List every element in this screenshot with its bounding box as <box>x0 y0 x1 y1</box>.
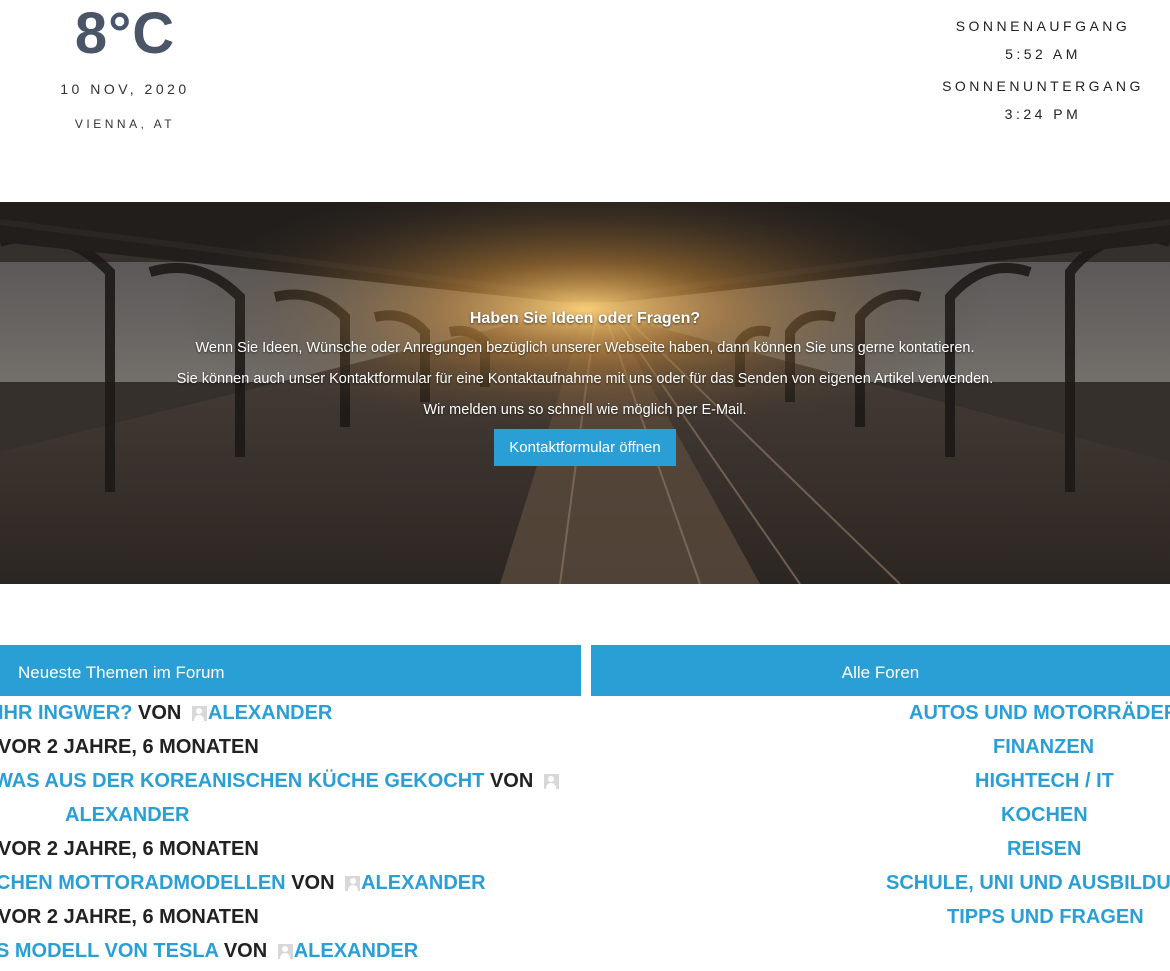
forum-link-kochen[interactable]: Kochen <box>1001 801 1170 835</box>
topic-item: s Modell von Tesla von Alexander <box>0 937 578 971</box>
author-link[interactable]: Alexander <box>65 804 189 826</box>
weather-widget: 8°C 10 NOV, 2020 VIENNA, AT <box>40 0 210 132</box>
default-avatar-icon <box>277 944 293 959</box>
forum-link-label: Tipps und Fragen <box>947 906 1144 928</box>
all-forums-header-label: Alle Foren <box>841 663 920 682</box>
all-forums-header: Alle Foren <box>591 645 1170 696</box>
latest-topics-list: ihr Ingwer? von Alexander vor 2 Jahre, 6… <box>0 699 582 971</box>
forum-link-autos[interactable]: Autos und Motorräder <box>909 699 1170 733</box>
forum-link-label: Hightech / IT <box>975 770 1114 792</box>
forum-link-hightech[interactable]: Hightech / IT <box>975 767 1170 801</box>
contact-hero: Haben Sie Ideen oder Fragen? Wenn Sie Id… <box>0 202 1170 584</box>
weather-date: 10 NOV, 2020 <box>60 81 190 97</box>
sun-times: SONNENAUFGANG 5:52 AM SONNENUNTERGANG 3:… <box>920 0 1166 122</box>
sunset-label: SONNENUNTERGANG <box>942 78 1144 94</box>
temperature: 8°C <box>74 1 176 66</box>
sunset-time: 3:24 PM <box>1004 106 1082 122</box>
forum-link-label: Reisen <box>1007 838 1082 860</box>
author-link[interactable]: Alexander <box>208 702 332 724</box>
forum-link-reisen[interactable]: Reisen <box>1007 835 1170 869</box>
forum-link-label: Kochen <box>1001 804 1088 826</box>
topic-link[interactable]: was aus der koreanischen Küche gekocht <box>0 770 484 792</box>
topic-link[interactable]: ihr Ingwer? <box>0 702 132 724</box>
topic-item: was aus der koreanischen Küche gekocht v… <box>0 767 576 801</box>
hero-paragraph-email: Wir melden uns so schnell wie möglich pe… <box>423 402 747 418</box>
weather-location: VIENNA, AT <box>74 117 176 131</box>
topic-link[interactable]: s Modell von Tesla <box>0 940 218 962</box>
latest-topics-header: Neueste Themen im Forum <box>0 645 581 696</box>
by-word: von <box>489 770 534 792</box>
author-link[interactable]: Alexander <box>294 940 418 962</box>
by-word: von <box>138 702 182 724</box>
hero-paragraph-contact-form: Sie können auch unser Kontaktformular fü… <box>176 371 994 387</box>
sunrise-time: 5:52 AM <box>1005 46 1081 62</box>
default-avatar-icon <box>345 876 361 891</box>
topic-time: vor 2 Jahre, 6 Monaten <box>0 903 580 937</box>
topic-time: vor 2 Jahre, 6 Monaten <box>0 835 580 869</box>
topic-item: ihr Ingwer? von Alexander <box>0 699 580 733</box>
latest-topics-header-label: Neueste Themen im Forum <box>18 663 225 682</box>
forum-link-label: Schule, Uni und Ausbildung <box>886 872 1170 894</box>
hero-title: Haben Sie Ideen oder Fragen? <box>469 310 701 327</box>
hero-paragraph-ideas: Wenn Sie Ideen, Wünsche oder Anregungen … <box>195 340 975 356</box>
default-avatar-icon <box>543 774 559 789</box>
topic-time: vor 2 Jahre, 6 Monaten <box>0 733 580 767</box>
open-contact-form-button[interactable]: Kontaktformular öffnen <box>494 429 676 466</box>
forum-link-label: Autos und Motorräder <box>909 702 1170 724</box>
by-word: von <box>291 872 335 894</box>
sunrise-label: SONNENAUFGANG <box>955 18 1131 34</box>
topic-link[interactable]: chen Mottoradmodellen <box>0 872 286 894</box>
by-word: von <box>223 940 268 962</box>
default-avatar-icon <box>191 706 207 721</box>
forum-link-tipps[interactable]: Tipps und Fragen <box>947 903 1170 937</box>
forum-link-finanzen[interactable]: Finanzen <box>993 733 1170 767</box>
topic-timestamp: vor 2 Jahre, 6 Monaten <box>0 736 259 758</box>
author-link[interactable]: Alexander <box>361 872 485 894</box>
all-forums-list: Autos und Motorräder Finanzen Hightech /… <box>591 699 1170 937</box>
topic-item: chen Mottoradmodellen von Alexander <box>0 869 578 903</box>
forum-link-schule[interactable]: Schule, Uni und Ausbildung <box>886 869 1170 903</box>
topic-author-wrap: Alexander <box>65 801 647 835</box>
forum-link-label: Finanzen <box>993 736 1095 758</box>
hero-content: Haben Sie Ideen oder Fragen? Wenn Sie Id… <box>0 310 1170 466</box>
topic-timestamp: vor 2 Jahre, 6 Monaten <box>0 838 259 860</box>
topic-timestamp: vor 2 Jahre, 6 Monaten <box>0 906 259 928</box>
